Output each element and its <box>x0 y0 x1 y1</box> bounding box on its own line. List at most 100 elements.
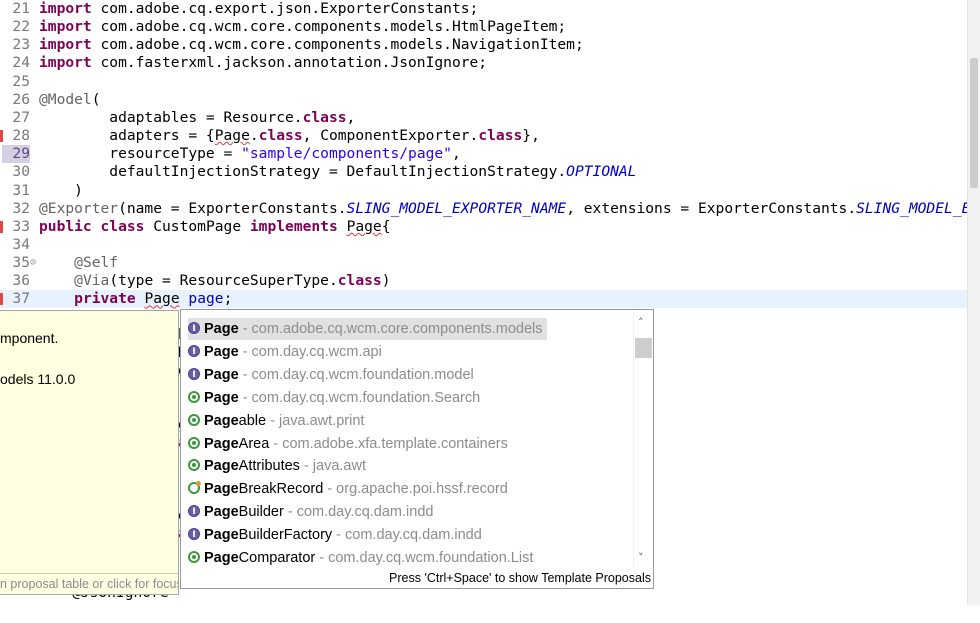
code-text: adapters = {Page.class, ComponentExporte… <box>39 127 540 145</box>
code-line[interactable]: 34 <box>0 236 968 254</box>
proposal-package: - com.day.cq.wcm.foundation.Search <box>238 389 481 406</box>
code-line[interactable]: 24 import com.fasterxml.jackson.annotatio… <box>0 54 968 72</box>
editor-scrollbar[interactable] <box>967 0 980 605</box>
template-proposals-hint: Press 'Ctrl+Space' to show Template Prop… <box>389 571 651 585</box>
code-line[interactable]: 37 private Page page; <box>0 290 968 309</box>
line-number: 26 <box>12 90 30 108</box>
code-line[interactable]: 25 <box>0 73 968 91</box>
class-icon <box>188 390 200 403</box>
proposal-package: - com.day.cq.wcm.foundation.model <box>238 366 474 383</box>
class-icon <box>188 436 200 449</box>
proposal-name: PageArea <box>204 435 270 452</box>
proposal-item[interactable]: Page - com.day.cq.wcm.api <box>188 341 382 363</box>
code-line[interactable]: 33 public class CustomPage implements Pag… <box>0 218 968 236</box>
interface-icon <box>188 341 200 363</box>
code-text: @Model( <box>39 90 101 108</box>
line-number: 22 <box>12 18 30 36</box>
code-line[interactable]: 23 import com.adobe.cq.wcm.core.component… <box>0 36 968 54</box>
code-text: defaultInjectionStrategy = DefaultInject… <box>39 163 637 181</box>
class-icon <box>188 459 200 472</box>
code-text: @Exporter(name = ExporterConstants.SLING… <box>39 199 980 217</box>
proposal-item[interactable]: Page - com.adobe.cq.wcm.core.components.… <box>188 318 547 340</box>
proposal-list[interactable]: Page - com.adobe.cq.wcm.core.components.… <box>181 310 633 568</box>
error-marker-icon[interactable] <box>0 293 3 306</box>
interface-icon <box>188 364 200 386</box>
code-text: import com.adobe.cq.export.json.Exporter… <box>39 0 479 17</box>
proposal-package: - org.apache.poi.hssf.record <box>323 481 508 498</box>
line-number: 36 <box>12 272 30 290</box>
code-text: adaptables = Resource.class, <box>39 108 356 126</box>
proposal-name: Page <box>204 321 239 337</box>
code-line[interactable]: 30 defaultInjectionStrategy = DefaultInj… <box>0 163 968 181</box>
code-line[interactable]: 27 adaptables = Resource.class, <box>0 109 968 127</box>
line-number: 31 <box>12 181 30 199</box>
proposal-name: Page <box>204 343 239 360</box>
line-number: 30 <box>12 163 30 181</box>
code-line[interactable]: 21 import com.adobe.cq.export.json.Export… <box>0 0 968 18</box>
code-text: resourceType = "sample/components/page", <box>39 145 461 163</box>
fold-toggle-icon[interactable]: ⊝ <box>30 254 36 272</box>
editor-scrollbar-thumb[interactable] <box>970 58 978 188</box>
line-number: 29 <box>2 145 30 164</box>
proposal-package: - com.day.cq.dam.indd <box>332 527 482 544</box>
proposal-name: PageAttributes <box>204 458 300 475</box>
proposal-scrollbar[interactable]: ˄ ˅ <box>633 310 653 568</box>
line-number: 33 <box>12 217 30 235</box>
error-marker-icon[interactable] <box>0 220 3 233</box>
javadoc-hover[interactable]: mponent. odels 11.0.0 n proposal table o… <box>0 310 179 595</box>
code-line[interactable]: 28 adapters = {Page.class, ComponentExpo… <box>0 127 968 145</box>
class-icon <box>188 481 201 495</box>
line-number: 37 <box>12 290 30 308</box>
code-text: import com.adobe.cq.wcm.core.components.… <box>39 36 584 54</box>
proposal-scrollbar-thumb[interactable] <box>635 338 652 358</box>
line-number: 27 <box>12 108 30 126</box>
line-number: 24 <box>12 54 30 72</box>
line-number: 28 <box>12 127 30 145</box>
proposal-item[interactable]: PageBuilder - com.day.cq.dam.indd <box>188 501 433 523</box>
proposal-item[interactable]: PageComparator - com.day.cq.wcm.foundati… <box>188 547 533 568</box>
code-text: import com.adobe.cq.wcm.core.components.… <box>39 18 567 36</box>
proposal-item[interactable]: PageBreakRecord - org.apache.poi.hssf.re… <box>188 478 508 500</box>
scroll-down-icon[interactable]: ˅ <box>638 551 644 564</box>
line-number: 25 <box>12 72 30 90</box>
code-line[interactable]: 36 @Via(type = ResourceSuperType.class) <box>0 272 968 290</box>
code-text: ) <box>39 181 83 199</box>
code-text: private Page page; <box>74 290 233 308</box>
class-icon <box>188 413 200 426</box>
code-line[interactable]: 35 ⊝ @Self <box>0 254 968 272</box>
code-text: @Self <box>74 254 119 272</box>
code-line[interactable]: 29 resourceType = "sample/components/pag… <box>0 145 968 164</box>
proposal-name: PageBreakRecord <box>204 481 324 498</box>
proposal-package: - com.day.cq.wcm.foundation.List <box>315 550 534 566</box>
proposal-name: PageBuilder <box>204 504 284 521</box>
code-text: public class CustomPage implements Page{ <box>39 217 391 235</box>
javadoc-version: odels 11.0.0 <box>0 371 76 387</box>
code-line[interactable]: 22 import com.adobe.cq.wcm.core.component… <box>0 18 968 36</box>
proposal-name: Pageable <box>204 412 267 429</box>
proposal-package: - com.adobe.xfa.template.containers <box>269 435 508 452</box>
proposal-item[interactable]: PageBuilderFactory - com.day.cq.dam.indd <box>188 524 482 546</box>
line-number: 21 <box>12 0 30 17</box>
proposal-package: - com.day.cq.dam.indd <box>283 504 434 521</box>
interface-icon <box>188 524 200 546</box>
code-line[interactable]: 32 @Exporter(name = ExporterConstants.SLI… <box>0 200 979 218</box>
proposal-item[interactable]: Pageable - java.awt.print <box>188 410 364 432</box>
line-number: 23 <box>12 36 30 54</box>
proposal-package: - java.awt <box>299 458 367 475</box>
proposal-item[interactable]: PageArea - com.adobe.xfa.template.contai… <box>188 433 508 455</box>
proposal-name: PageBuilderFactory <box>204 527 333 544</box>
content-assist-popup[interactable]: Page - com.adobe.cq.wcm.core.components.… <box>180 309 654 589</box>
proposal-item[interactable]: PageAttributes - java.awt <box>188 455 366 477</box>
code-line[interactable]: 31 ) <box>0 182 968 200</box>
proposal-name: PageComparator <box>204 550 316 566</box>
class-icon <box>188 551 200 563</box>
line-number: 35 <box>12 254 30 272</box>
proposal-item[interactable]: Page - com.day.cq.wcm.foundation.model <box>188 364 474 386</box>
proposal-package: - java.awt.print <box>266 412 365 429</box>
proposal-item[interactable]: Page - com.day.cq.wcm.foundation.Search <box>188 387 480 409</box>
scroll-up-icon[interactable]: ˄ <box>638 316 644 329</box>
code-line[interactable]: 26 @Model( <box>0 91 968 109</box>
javadoc-text: mponent. <box>0 330 59 346</box>
interface-icon <box>188 501 200 523</box>
error-marker-icon[interactable] <box>0 130 3 143</box>
